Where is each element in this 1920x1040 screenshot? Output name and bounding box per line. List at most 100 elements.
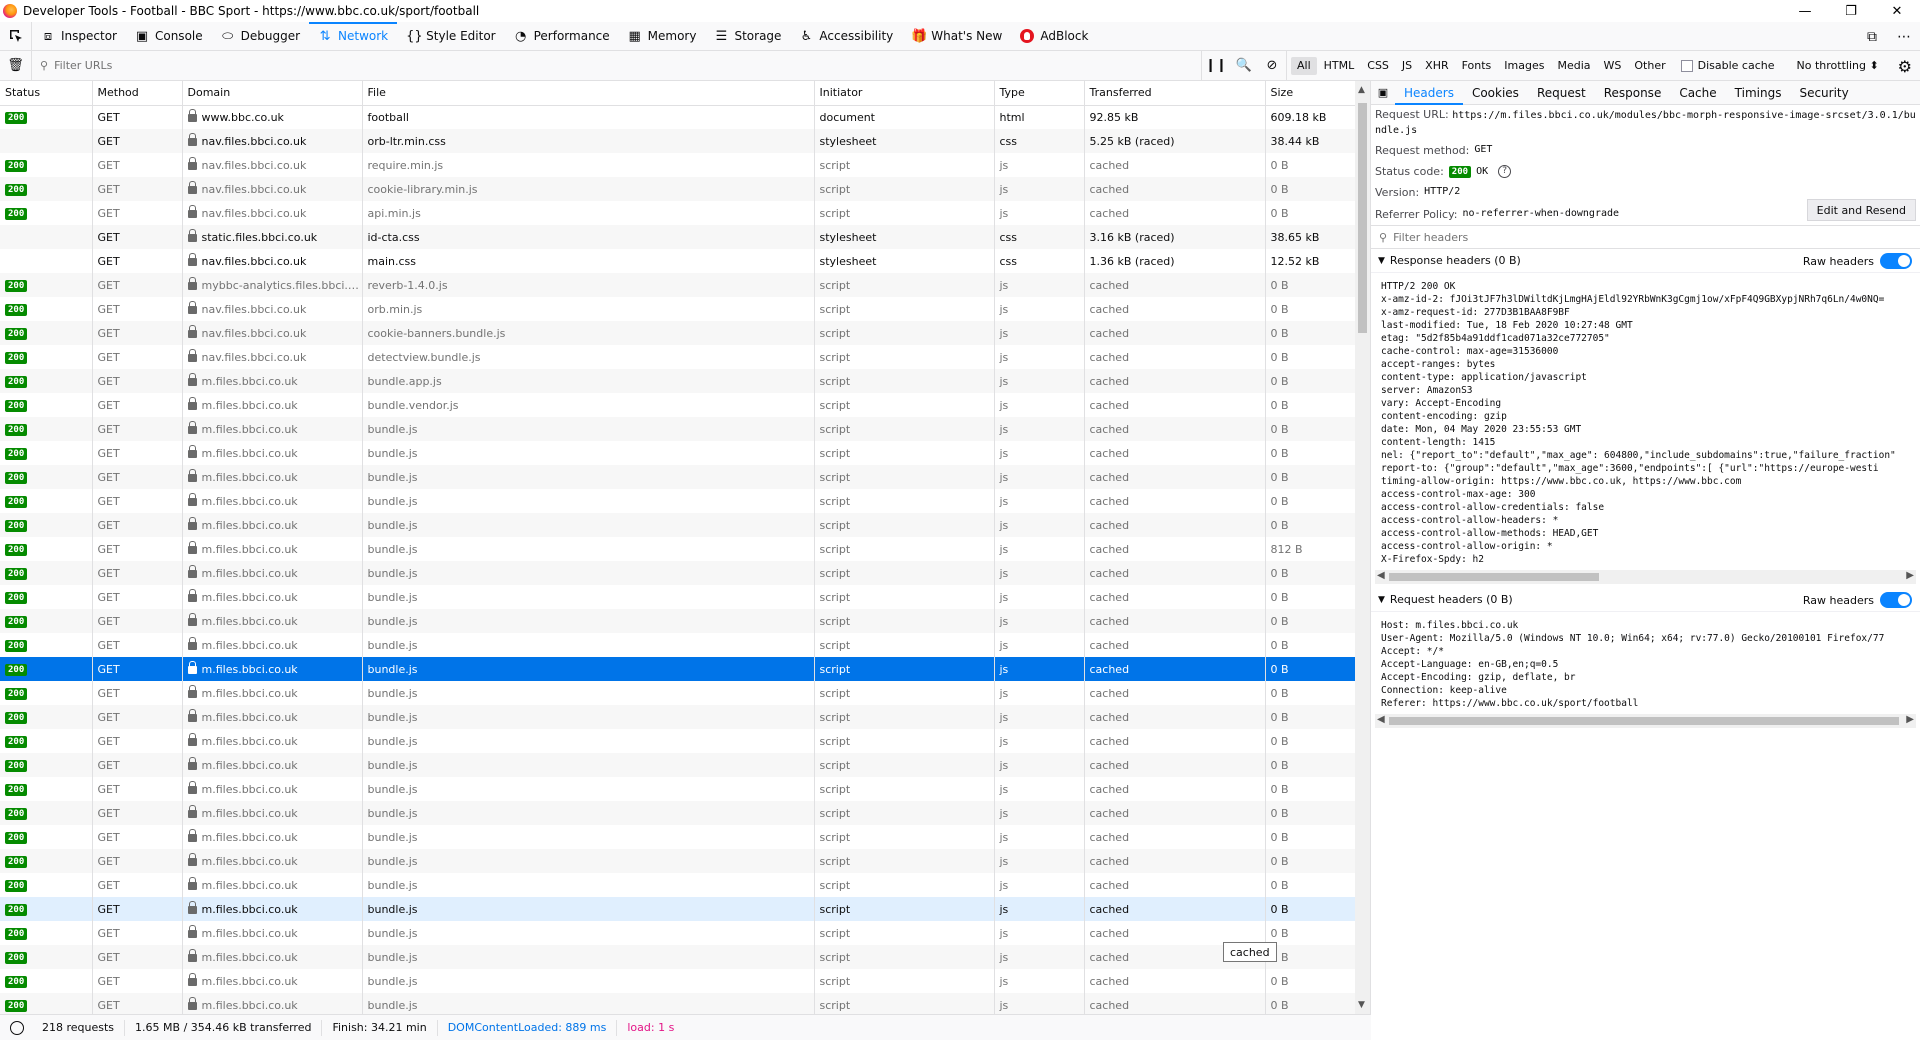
table-row[interactable]: 200 GET m.files.bbci.co.uk bundle.vendor.js… (0, 393, 1356, 417)
table-row[interactable]: 200 GET m.files.bbci.co.uk bundle.js script j… (0, 969, 1356, 993)
scroll-up-icon[interactable]: ▲ (1358, 85, 1365, 95)
column-header-domain[interactable]: Domain (182, 81, 363, 106)
more-options-icon[interactable]: ⋯ (1888, 29, 1920, 45)
table-row[interactable]: 200 GET nav.files.bbci.co.uk cookie-banners… (0, 321, 1356, 345)
clear-requests-button[interactable]: 🗑 (0, 50, 32, 81)
tab-storage[interactable]: ☰ Storage (705, 22, 790, 51)
filter-urls-input[interactable] (54, 59, 1155, 72)
disable-cache-checkbox[interactable]: Disable cache (1680, 59, 1775, 72)
column-header-method[interactable]: Method (92, 81, 183, 106)
filter-type-ws[interactable]: WS (1598, 57, 1628, 75)
details-tab-security[interactable]: Security (1790, 81, 1857, 105)
table-row[interactable]: 200 GET m.files.bbci.co.uk bundle.js script j… (0, 705, 1356, 729)
table-row[interactable]: 200 GET m.files.bbci.co.uk bundle.js script j… (0, 441, 1356, 465)
request-list-scrollbar[interactable]: ▲ ▼ (1355, 81, 1370, 1014)
filter-headers-input[interactable] (1393, 230, 1894, 244)
table-row[interactable]: 200 GET mybbc-analytics.files.bbci.co... re… (0, 273, 1356, 297)
block-requests-icon[interactable]: ⊘ (1258, 51, 1286, 81)
tab-accessibility[interactable]: ♿ Accessibility (790, 22, 902, 51)
toggle-switch[interactable] (1880, 253, 1912, 269)
table-row[interactable]: 200 GET m.files.bbci.co.uk bundle.js script j… (0, 657, 1356, 681)
performance-analysis-icon[interactable] (10, 1020, 24, 1035)
details-tab-headers[interactable]: Headers (1395, 81, 1463, 105)
filter-type-js[interactable]: JS (1396, 57, 1418, 75)
table-row[interactable]: 200 GET m.files.bbci.co.uk bundle.js script j… (0, 849, 1356, 873)
minimize-button[interactable]: — (1782, 0, 1828, 22)
request-headers-scrollbar[interactable]: ◀ ▶ (1375, 714, 1916, 728)
scroll-down-icon[interactable]: ▼ (1358, 1000, 1365, 1010)
pause-button[interactable]: ❙❙ (1202, 51, 1230, 81)
filter-type-all[interactable]: All (1291, 56, 1317, 75)
details-tab-cache[interactable]: Cache (1670, 81, 1725, 105)
table-row[interactable]: 200 GET m.files.bbci.co.uk bundle.js script j… (0, 609, 1356, 633)
scroll-left-icon[interactable]: ◀ (1377, 714, 1385, 725)
scrollbar-thumb[interactable] (1389, 573, 1599, 581)
table-row[interactable]: 200 GET nav.files.bbci.co.uk orb.min.js scri… (0, 297, 1356, 321)
response-headers-section[interactable]: ▼ Response headers (0 B) Raw headers (1371, 249, 1920, 273)
details-tab-request[interactable]: Request (1528, 81, 1595, 105)
tab-adblock[interactable]: AdBlock (1011, 22, 1097, 51)
table-row[interactable]: 200 GET m.files.bbci.co.uk bundle.js script j… (0, 465, 1356, 489)
column-header-size[interactable]: Size (1265, 81, 1356, 106)
column-header-status[interactable]: Status (0, 81, 93, 106)
tab-performance[interactable]: ◔ Performance (505, 22, 619, 51)
tab-memory[interactable]: ▦ Memory (619, 22, 706, 51)
filter-type-xhr[interactable]: XHR (1419, 57, 1454, 75)
table-row[interactable]: 200 GET m.files.bbci.co.uk bundle.js script j… (0, 993, 1356, 1014)
request-headers-section[interactable]: ▼ Request headers (0 B) Raw headers (1371, 588, 1920, 612)
table-row[interactable]: 200 GET m.files.bbci.co.uk bundle.js script j… (0, 777, 1356, 801)
gear-icon[interactable]: ⚙ (1898, 57, 1912, 76)
table-row[interactable]: GET nav.files.bbci.co.uk orb-ltr.min.css st… (0, 129, 1356, 153)
table-row[interactable]: 200 GET m.files.bbci.co.uk bundle.js script j… (0, 825, 1356, 849)
tab-network[interactable]: ⇅ Network (309, 21, 398, 51)
table-row[interactable]: 200 GET m.files.bbci.co.uk bundle.js script j… (0, 801, 1356, 825)
column-header-type[interactable]: Type (994, 81, 1085, 106)
table-row[interactable]: 200 GET nav.files.bbci.co.uk api.min.js scri… (0, 201, 1356, 225)
scrollbar-thumb[interactable] (1389, 717, 1899, 725)
restore-button[interactable]: ❐ (1828, 0, 1874, 22)
throttling-select[interactable]: No throttling ⬍ (1797, 59, 1879, 72)
table-row[interactable]: 200 GET m.files.bbci.co.uk bundle.js script j… (0, 753, 1356, 777)
toggle-panel-icon[interactable]: ▣ (1371, 86, 1395, 99)
column-header-transferred[interactable]: Transferred (1084, 81, 1266, 106)
tab-style-editor[interactable]: {} Style Editor (397, 22, 504, 51)
table-row[interactable]: 200 GET nav.files.bbci.co.uk cookie-library… (0, 177, 1356, 201)
table-row[interactable]: GET static.files.bbci.co.uk id-cta.css styl… (0, 225, 1356, 249)
filter-type-images[interactable]: Images (1498, 57, 1550, 75)
column-header-file[interactable]: File (362, 81, 815, 106)
tab-console[interactable]: ▣ Console (126, 22, 212, 51)
table-row[interactable]: 200 GET m.files.bbci.co.uk bundle.js script j… (0, 729, 1356, 753)
response-headers-scrollbar[interactable]: ◀ ▶ (1375, 570, 1916, 584)
toggle-switch[interactable] (1880, 592, 1912, 608)
filter-type-css[interactable]: CSS (1361, 57, 1395, 75)
table-row[interactable]: 200 GET m.files.bbci.co.uk bundle.js script j… (0, 561, 1356, 585)
close-window-button[interactable]: ✕ (1874, 0, 1920, 22)
checkbox-box[interactable] (1680, 59, 1693, 72)
filter-type-html[interactable]: HTML (1318, 57, 1361, 75)
scroll-right-icon[interactable]: ▶ (1906, 570, 1914, 581)
tab-debugger[interactable]: ⬭ Debugger (212, 22, 309, 51)
table-row[interactable]: 200 GET m.files.bbci.co.uk bundle.js script j… (0, 873, 1356, 897)
table-row[interactable]: 200 GET m.files.bbci.co.uk bundle.js script j… (0, 681, 1356, 705)
scroll-right-icon[interactable]: ▶ (1906, 714, 1914, 725)
table-row[interactable]: 200 GET m.files.bbci.co.uk bundle.js script j… (0, 537, 1356, 561)
table-row[interactable]: 200 GET m.files.bbci.co.uk bundle.js script j… (0, 897, 1356, 921)
details-tab-timings[interactable]: Timings (1726, 81, 1791, 105)
raw-headers-toggle-response[interactable]: Raw headers (1803, 253, 1912, 269)
tab-inspector[interactable]: ⧈ Inspector (32, 22, 126, 51)
scroll-left-icon[interactable]: ◀ (1377, 570, 1385, 581)
table-row[interactable]: 200 GET www.bbc.co.uk football document html 9… (0, 105, 1356, 129)
tab-what-s-new[interactable]: 🎁 What's New (902, 22, 1011, 51)
details-tab-response[interactable]: Response (1595, 81, 1671, 105)
search-icon[interactable]: 🔍 (1230, 51, 1258, 81)
filter-type-media[interactable]: Media (1551, 57, 1596, 75)
table-row[interactable]: 200 GET m.files.bbci.co.uk bundle.js script j… (0, 489, 1356, 513)
edit-and-resend-button[interactable]: Edit and Resend (1806, 199, 1916, 221)
help-icon[interactable]: ? (1498, 165, 1512, 178)
details-tab-cookies[interactable]: Cookies (1463, 81, 1528, 105)
table-row[interactable]: 200 GET m.files.bbci.co.uk bundle.js script j… (0, 921, 1356, 945)
table-row[interactable]: 200 GET m.files.bbci.co.uk bundle.app.js scr… (0, 369, 1356, 393)
column-header-initiator[interactable]: Initiator (814, 81, 995, 106)
filter-type-other[interactable]: Other (1628, 57, 1671, 75)
table-row[interactable]: 200 GET nav.files.bbci.co.uk detectview.bun… (0, 345, 1356, 369)
